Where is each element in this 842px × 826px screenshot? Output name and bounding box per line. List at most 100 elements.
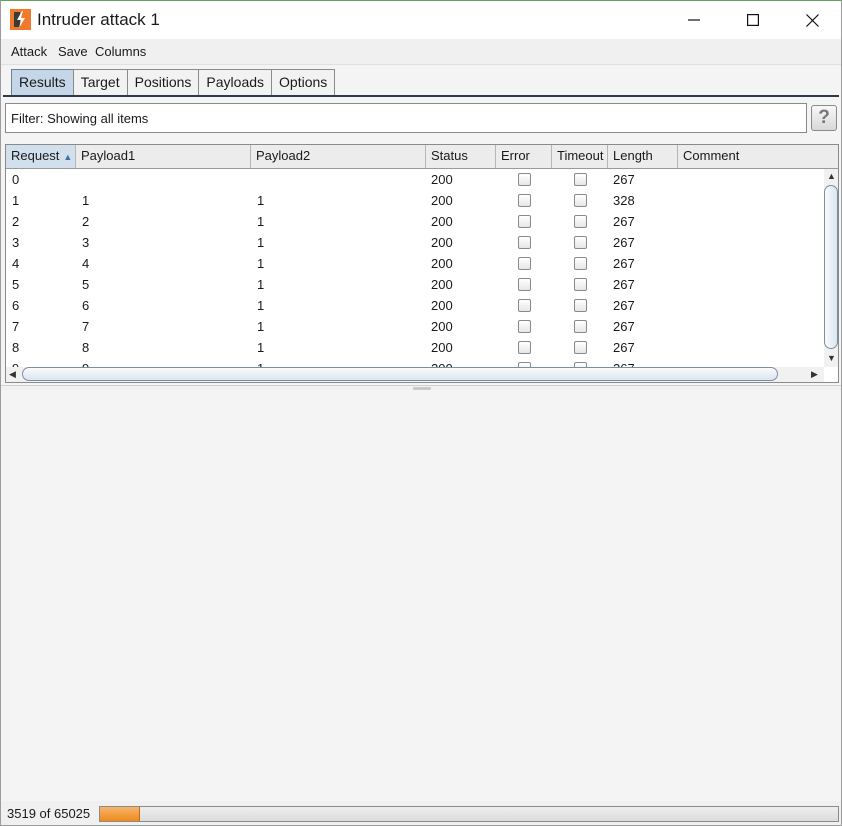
cell-payload2: 1 bbox=[257, 256, 265, 271]
error-checkbox[interactable] bbox=[518, 278, 531, 291]
burp-logo-icon bbox=[10, 9, 31, 30]
timeout-checkbox[interactable] bbox=[574, 194, 587, 207]
attack-progress-bar bbox=[99, 806, 839, 822]
menu-columns[interactable]: Columns bbox=[95, 44, 146, 59]
cell-status: 200 bbox=[431, 298, 453, 313]
cell-request: 0 bbox=[12, 172, 20, 187]
close-icon bbox=[805, 13, 819, 27]
error-checkbox[interactable] bbox=[518, 236, 531, 249]
table-row[interactable]: 3 3 1 200 267 bbox=[6, 232, 824, 253]
vertical-scrollbar[interactable]: ▲ ▼ bbox=[824, 169, 838, 367]
tab-target[interactable]: Target bbox=[72, 69, 128, 96]
cell-payload1: 6 bbox=[82, 298, 90, 313]
title-bar[interactable]: Intruder attack 1 bbox=[1, 1, 841, 39]
vertical-scroll-thumb[interactable] bbox=[824, 185, 838, 349]
scroll-left-icon[interactable]: ◀ bbox=[9, 369, 16, 380]
cell-request: 1 bbox=[12, 193, 20, 208]
timeout-checkbox[interactable] bbox=[574, 341, 587, 354]
minimize-button[interactable] bbox=[671, 1, 717, 39]
column-header-payload2[interactable]: Payload2 bbox=[251, 145, 426, 168]
request-response-pane bbox=[1, 391, 841, 801]
tab-divider bbox=[3, 95, 839, 97]
cell-status: 200 bbox=[431, 256, 453, 271]
maximize-button[interactable] bbox=[730, 1, 776, 39]
table-row[interactable]: 8 8 1 200 267 bbox=[6, 337, 824, 358]
timeout-checkbox[interactable] bbox=[574, 173, 587, 186]
error-checkbox[interactable] bbox=[518, 257, 531, 270]
horizontal-scrollbar[interactable]: ◀ ▶ bbox=[6, 367, 824, 382]
cell-payload1: 1 bbox=[82, 193, 90, 208]
timeout-checkbox[interactable] bbox=[574, 278, 587, 291]
cell-payload2: 1 bbox=[257, 214, 265, 229]
cell-payload2: 1 bbox=[257, 340, 265, 355]
tab-bar: Results Target Positions Payloads Option… bbox=[11, 69, 336, 96]
scroll-down-icon[interactable]: ▼ bbox=[827, 353, 836, 363]
cell-length: 267 bbox=[613, 340, 635, 355]
column-header-timeout[interactable]: Timeout bbox=[552, 145, 608, 168]
error-checkbox[interactable] bbox=[518, 215, 531, 228]
menu-attack[interactable]: Attack bbox=[11, 44, 47, 59]
minimize-icon bbox=[688, 19, 700, 21]
timeout-checkbox[interactable] bbox=[574, 236, 587, 249]
horizontal-scroll-thumb[interactable] bbox=[22, 367, 778, 381]
error-checkbox[interactable] bbox=[518, 320, 531, 333]
cell-request: 5 bbox=[12, 277, 20, 292]
cell-payload2: 1 bbox=[257, 319, 265, 334]
progress-fill bbox=[100, 807, 140, 821]
scroll-right-icon[interactable]: ▶ bbox=[811, 369, 818, 380]
tab-options[interactable]: Options bbox=[271, 69, 336, 96]
table-row[interactable]: 6 6 1 200 267 bbox=[6, 295, 824, 316]
table-body: 0 200 267 1 1 1 200 328 2 2 1 200 267 3 3 1 200 267 4 4 1 200… bbox=[6, 169, 824, 367]
cell-payload2: 1 bbox=[257, 193, 265, 208]
cell-length: 267 bbox=[613, 256, 635, 271]
cell-request: 3 bbox=[12, 235, 20, 250]
cell-payload2: 1 bbox=[257, 298, 265, 313]
cell-request: 2 bbox=[12, 214, 20, 229]
cell-payload1: 5 bbox=[82, 277, 90, 292]
cell-payload1: 8 bbox=[82, 340, 90, 355]
help-button[interactable]: ? bbox=[811, 105, 837, 131]
column-header-request[interactable]: Request ▲ bbox=[6, 145, 76, 168]
error-checkbox[interactable] bbox=[518, 299, 531, 312]
menu-save[interactable]: Save bbox=[58, 44, 88, 59]
table-header: Request ▲ Payload1 Payload2 Status Error … bbox=[6, 145, 838, 169]
splitter-grip[interactable] bbox=[413, 387, 431, 390]
table-row[interactable]: 2 2 1 200 267 bbox=[6, 211, 824, 232]
table-row[interactable]: 0 200 267 bbox=[6, 169, 824, 190]
column-header-error[interactable]: Error bbox=[496, 145, 552, 168]
timeout-checkbox[interactable] bbox=[574, 257, 587, 270]
pane-splitter[interactable] bbox=[1, 385, 841, 390]
window-title: Intruder attack 1 bbox=[37, 10, 160, 29]
menu-bar: Attack Save Columns bbox=[1, 39, 841, 65]
results-table: Request ▲ Payload1 Payload2 Status Error … bbox=[5, 144, 839, 383]
cell-payload1: 3 bbox=[82, 235, 90, 250]
cell-request: 4 bbox=[12, 256, 20, 271]
tab-positions[interactable]: Positions bbox=[126, 69, 200, 96]
filter-text: Filter: Showing all items bbox=[11, 111, 149, 126]
column-header-status[interactable]: Status bbox=[426, 145, 496, 168]
table-row[interactable]: 7 7 1 200 267 bbox=[6, 316, 824, 337]
tab-results[interactable]: Results bbox=[11, 69, 74, 96]
table-row[interactable]: 4 4 1 200 267 bbox=[6, 253, 824, 274]
error-checkbox[interactable] bbox=[518, 173, 531, 186]
cell-status: 200 bbox=[431, 340, 453, 355]
timeout-checkbox[interactable] bbox=[574, 299, 587, 312]
cell-length: 267 bbox=[613, 319, 635, 334]
cell-payload1: 2 bbox=[82, 214, 90, 229]
column-header-comment[interactable]: Comment bbox=[678, 145, 838, 168]
tab-payloads[interactable]: Payloads bbox=[198, 69, 273, 96]
filter-bar[interactable]: Filter: Showing all items bbox=[5, 103, 807, 133]
scroll-up-icon[interactable]: ▲ bbox=[827, 171, 836, 181]
close-button[interactable] bbox=[789, 1, 835, 39]
error-checkbox[interactable] bbox=[518, 194, 531, 207]
table-row[interactable]: 5 5 1 200 267 bbox=[6, 274, 824, 295]
table-row[interactable]: 991200267 bbox=[6, 358, 824, 367]
column-header-payload1[interactable]: Payload1 bbox=[76, 145, 251, 168]
table-row[interactable]: 1 1 1 200 328 bbox=[6, 190, 824, 211]
cell-length: 267 bbox=[613, 298, 635, 313]
error-checkbox[interactable] bbox=[518, 341, 531, 354]
timeout-checkbox[interactable] bbox=[574, 215, 587, 228]
timeout-checkbox[interactable] bbox=[574, 320, 587, 333]
cell-status: 200 bbox=[431, 193, 453, 208]
column-header-length[interactable]: Length bbox=[608, 145, 678, 168]
